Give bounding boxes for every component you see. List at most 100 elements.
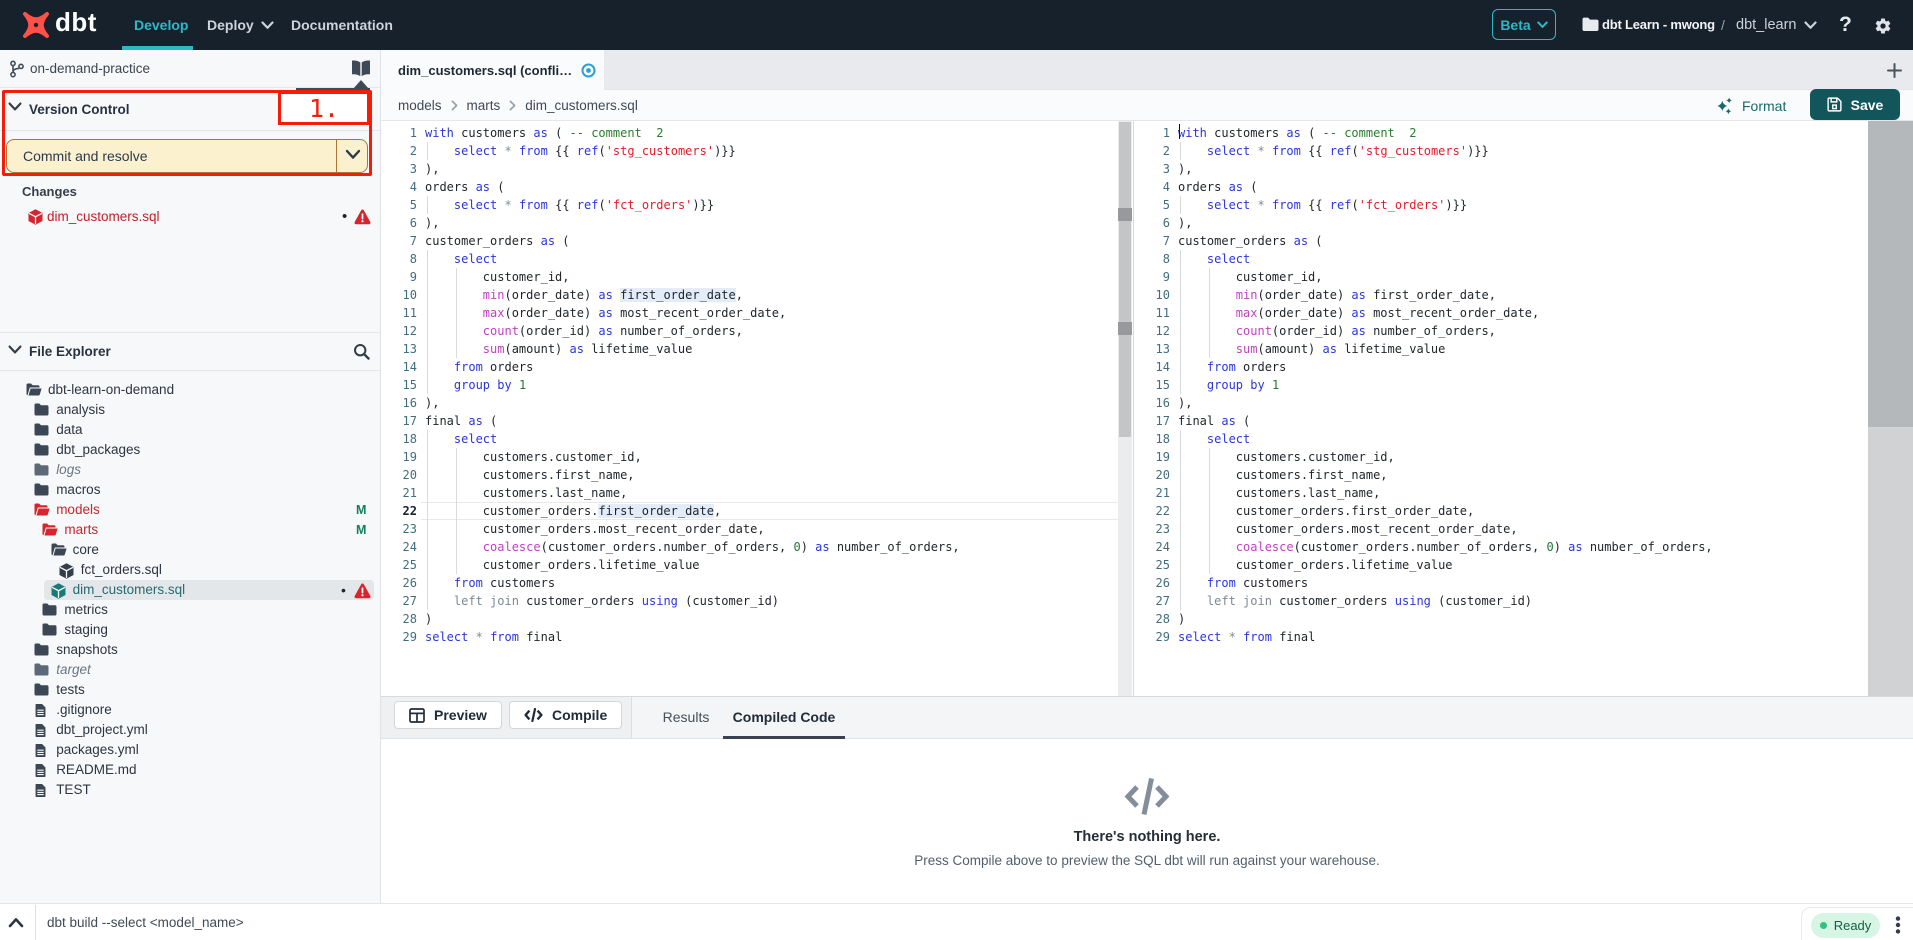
tree-item-models[interactable]: modelsM (0, 500, 380, 520)
tree-item-staging[interactable]: staging (0, 620, 380, 640)
code-token (1221, 630, 1228, 644)
scrollbar-thumb[interactable] (1868, 121, 1913, 427)
tab-dim-customers[interactable]: dim_customers.sql (confli… (381, 50, 604, 90)
line-number: 7 (381, 232, 417, 250)
tree-item-macros[interactable]: macros (0, 480, 380, 500)
code-text: from orders (1178, 358, 1286, 376)
tree-item-TEST[interactable]: TEST (0, 780, 380, 800)
save-button[interactable]: Save (1810, 89, 1900, 120)
doc-icon (34, 703, 47, 718)
code-text: sum(amount) as lifetime_value (425, 340, 692, 358)
line-number: 21 (381, 484, 417, 502)
left-pane-scrollbar[interactable] (1118, 121, 1132, 696)
code-token (1250, 144, 1257, 158)
tree-item-fct_orders.sql[interactable]: fct_orders.sql (0, 560, 380, 580)
tab-compiled-code[interactable]: Compiled Code (723, 697, 845, 738)
tree-item-dbt_project.yml[interactable]: dbt_project.yml (0, 720, 380, 740)
tree-item-logs[interactable]: logs (0, 460, 380, 480)
docs-book-icon[interactable] (351, 59, 371, 78)
nav-documentation[interactable]: Documentation (291, 0, 393, 50)
code-token: select (454, 432, 497, 446)
right-pane-scrollbar[interactable] (1868, 121, 1913, 696)
code-token (512, 198, 519, 212)
beta-dropdown[interactable]: Beta (1492, 9, 1556, 40)
tree-item-tests[interactable]: tests (0, 680, 380, 700)
tree-item-target[interactable]: target (0, 660, 380, 680)
code-token (1265, 378, 1272, 392)
chevron-up-icon[interactable] (8, 917, 24, 928)
tree-item-dbt_packages[interactable]: dbt_packages (0, 440, 380, 460)
tree-item-core[interactable]: core (0, 540, 380, 560)
search-icon[interactable] (353, 343, 370, 360)
line-number: 14 (381, 358, 417, 376)
settings-gear-icon[interactable] (1874, 17, 1892, 35)
tree-item-README.md[interactable]: README.md (0, 760, 380, 780)
unsaved-dot: • (341, 580, 346, 600)
code-token (1178, 540, 1236, 554)
format-button[interactable]: Format (1716, 90, 1786, 121)
line-number: 5 (1134, 196, 1170, 214)
code-token: final (425, 414, 468, 428)
code-token (1178, 342, 1236, 356)
project-name[interactable]: dbt Learn - mwong (1602, 0, 1715, 50)
code-token: customers (483, 576, 555, 590)
compiled-code-empty-state: There's nothing here. Press Compile abov… (381, 740, 1913, 903)
code-token: {{ (1301, 144, 1330, 158)
line-number: 21 (1134, 484, 1170, 502)
tab-results[interactable]: Results (648, 697, 724, 738)
code-token: customers.customer_id, (425, 450, 642, 464)
doc-icon (34, 783, 47, 798)
breadcrumb-item[interactable]: models (398, 98, 442, 113)
compile-button[interactable]: Compile (509, 701, 622, 729)
code-token (425, 360, 454, 374)
tree-item-dim_customers.sql[interactable]: dim_customers.sql• (0, 580, 380, 600)
dbt-logo-icon[interactable] (20, 9, 52, 41)
folder-icon (42, 623, 57, 636)
tree-item-packages.yml[interactable]: packages.yml (0, 740, 380, 760)
command-input[interactable]: dbt build --select <model_name> (47, 904, 244, 940)
tree-item-metrics[interactable]: metrics (0, 600, 380, 620)
code-text: ) (1178, 610, 1185, 628)
code-token (497, 198, 504, 212)
preview-button[interactable]: Preview (394, 701, 502, 729)
code-text: min(order_date) as first_order_date, (1178, 286, 1496, 304)
editor-pane-right[interactable]: 1with customers as ( -- comment 22 selec… (1133, 121, 1849, 696)
branch-name[interactable]: on-demand-practice (30, 50, 150, 88)
breadcrumb-item[interactable]: marts (467, 98, 501, 113)
status-label: Ready (1834, 918, 1872, 933)
code-token: customer_orders.lifetime_value (425, 558, 700, 572)
line-number: 12 (1134, 322, 1170, 340)
tree-item-analysis[interactable]: analysis (0, 400, 380, 420)
code-token: customer_orders.most_recent_order_date, (1178, 522, 1518, 536)
code-token: by (1250, 378, 1264, 392)
code-token: * (1229, 630, 1236, 644)
code-token: select (454, 198, 497, 212)
file-explorer-header[interactable]: File Explorer (0, 332, 380, 371)
tree-item-data[interactable]: data (0, 420, 380, 440)
code-token (1178, 378, 1207, 392)
code-token: 'stg_customers' (606, 144, 714, 158)
code-token: 1 (519, 378, 526, 392)
code-token: final (1178, 414, 1221, 428)
scrollbar-thumb[interactable] (1119, 122, 1131, 437)
environment-dropdown[interactable]: dbt_learn (1736, 0, 1817, 50)
dbt-logo-text[interactable]: dbt (55, 7, 97, 38)
code-icon (524, 708, 543, 722)
environment-label: dbt_learn (1736, 0, 1796, 50)
code-token: from (1207, 360, 1236, 374)
tree-item-snapshots[interactable]: snapshots (0, 640, 380, 660)
tree-item-.gitignore[interactable]: .gitignore (0, 700, 380, 720)
nav-deploy[interactable]: Deploy (207, 0, 274, 50)
help-button[interactable]: ? (1839, 0, 1852, 50)
tree-item-dbt-learn-on-demand[interactable]: dbt-learn-on-demand (0, 380, 380, 400)
changed-file-name: dim_customers.sql (47, 206, 160, 228)
code-token: as (1221, 414, 1235, 428)
breadcrumb-item[interactable]: dim_customers.sql (525, 98, 638, 113)
changed-file-row[interactable]: dim_customers.sql • (0, 206, 380, 228)
tree-item-marts[interactable]: martsM (0, 520, 380, 540)
line-number: 24 (381, 538, 417, 556)
editor-pane-left[interactable]: 1with customers as ( -- comment 22 selec… (381, 121, 1118, 696)
nav-develop[interactable]: Develop (134, 0, 188, 50)
new-tab-plus-icon[interactable] (1887, 63, 1902, 78)
kebab-menu-icon[interactable] (1895, 916, 1901, 934)
